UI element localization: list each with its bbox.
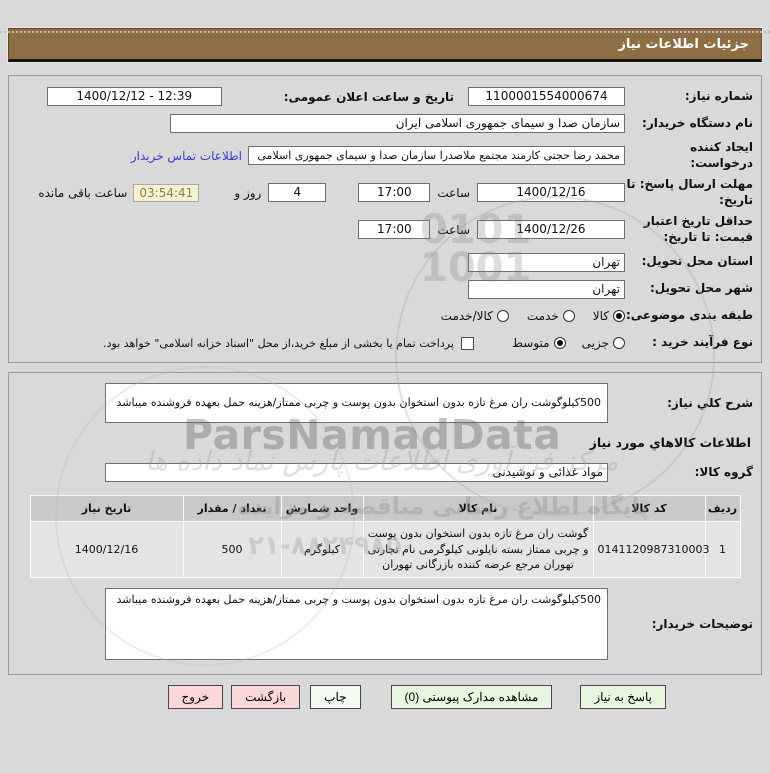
attachments-button[interactable]: مشاهده مدارک پیوستی (0) (390, 685, 553, 710)
buyer-notes-label: توضیحات خریدار: (651, 617, 753, 632)
col-need-date: تاریخ نیاز (29, 494, 184, 522)
treasury-note: پرداخت تمام یا بخشی از مبلغ خرید،از محل … (103, 336, 454, 350)
province-label: استان محل تحویل: (641, 254, 753, 269)
col-goods-code: کد کالا (592, 494, 706, 522)
col-unit: واحد شمارش (280, 494, 364, 522)
need-number-field[interactable]: 1100001554000674 (468, 87, 625, 106)
radio-partial[interactable] (613, 337, 625, 350)
radio-service-label: خدمت (526, 309, 559, 324)
validity-row: حداقل تاریخ اعتبار قیمت: تا تاریخ: 1400/… (17, 214, 753, 245)
col-goods-name: نام کالا (362, 494, 594, 522)
buyer-org-label: نام دستگاه خریدار: (642, 115, 753, 130)
buyer-contact-link[interactable]: اطلاعات تماس خریدار (131, 149, 242, 163)
exit-button[interactable]: خروج (167, 685, 224, 710)
goods-group-row: گروه کالا: مواد غذائی و نوشیدنی (17, 462, 753, 483)
goods-section-header: اطلاعات کالاهاي مورد نياز (589, 434, 751, 450)
province-field[interactable]: تهران (468, 252, 625, 272)
buyer-notes-field[interactable]: 500کیلوگوشت ران مرغ تازه بدون استخوان بد… (105, 588, 608, 661)
radio-goods[interactable] (613, 310, 625, 323)
deadline-label: مهلت ارسال پاسخ: تا تاریخ: (626, 177, 754, 207)
col-row-number: ردیف (704, 494, 741, 522)
goods-group-label: گروه کالا: (694, 465, 753, 480)
days-label: روز و (234, 185, 262, 200)
need-desc-row: شرح کلي نياز: 500کیلوگوشت ران مرغ تازه ب… (17, 382, 753, 423)
announce-datetime-field[interactable]: 1400/12/12 - 12:39 (46, 87, 222, 106)
need-number-row: شماره نیاز: 1100001554000674 تاریخ و ساع… (17, 86, 753, 107)
radio-service[interactable] (562, 310, 575, 323)
cell-need-date: 1400/12/16 (29, 520, 184, 579)
city-label: شهر محل تحویل: (649, 281, 753, 296)
need-goods-panel: شرح کلي نياز: 500کیلوگوشت ران مرغ تازه ب… (8, 371, 762, 676)
need-number-label: شماره نیاز: (684, 88, 753, 103)
need-info-panel: شماره نیاز: 1100001554000674 تاریخ و ساع… (8, 75, 762, 363)
action-buttons: پاسخ به نیاز مشاهده مدارک پیوستی (0) چاپ… (0, 685, 666, 710)
deadline-date-field[interactable]: 1400/12/16 (477, 183, 625, 203)
need-details-page: { "window": { "title": "جزئیات اطلاعات ن… (0, 28, 770, 773)
province-row: استان محل تحویل: تهران (17, 252, 753, 273)
buyer-notes-row: توضیحات خریدار: 500کیلوگوشت ران مرغ تازه… (17, 588, 753, 661)
radio-partial-label: جزیی (581, 336, 609, 351)
print-button[interactable]: چاپ (310, 685, 361, 710)
countdown-timer: 03:54:41 (133, 183, 200, 202)
validity-time-field[interactable]: 17:00 (358, 220, 431, 240)
requester-row: ایجاد کننده درخواست: محمد رضا حجتی کارمن… (17, 140, 753, 171)
col-quantity: تعداد / مقدار (182, 494, 282, 522)
process-type-row: نوع فرآیند خرید : جزیی متوسط پرداخت تمام… (17, 333, 753, 354)
treasury-checkbox[interactable] (460, 336, 474, 350)
deadline-time-field[interactable]: 17:00 (358, 183, 431, 203)
cell-quantity: 500 (182, 520, 282, 579)
page-title: جزئیات اطلاعات نیاز (8, 28, 762, 62)
cell-row-number: 1 (704, 520, 741, 579)
city-field[interactable]: تهران (468, 279, 625, 299)
radio-goods-service[interactable] (496, 310, 509, 323)
radio-medium[interactable] (553, 337, 566, 350)
validity-date-field[interactable]: 1400/12/26 (477, 220, 625, 240)
cell-goods-name: گوشت ران مرغ تازه بدون استخوان بدون پوست… (362, 520, 594, 579)
goods-table-row: 1 0141120987310003 گوشت ران مرغ تازه بدو… (29, 520, 741, 579)
need-desc-label: شرح کلي نياز: (667, 395, 753, 410)
remaining-label: ساعت باقی مانده (38, 185, 128, 200)
goods-group-field[interactable]: مواد غذائی و نوشیدنی (105, 462, 608, 482)
classification-row: طبقه بندی موضوعی: کالا خدمت کالا/خدمت (17, 306, 753, 327)
top-dotted-rule (0, 31, 770, 33)
validity-label: حداقل تاریخ اعتبار قیمت: تا تاریخ: (643, 214, 753, 244)
city-row: شهر محل تحویل: تهران (17, 279, 753, 300)
cell-unit: کیلوگرم (280, 520, 364, 579)
respond-button[interactable]: پاسخ به نیاز (580, 685, 666, 710)
requester-label: ایجاد کننده درخواست: (690, 140, 753, 170)
radio-goods-service-label: کالا/خدمت (440, 309, 493, 324)
goods-table-header-row: ردیف کد کالا نام کالا واحد شمارش تعداد /… (29, 494, 741, 522)
announce-label: تاریخ و ساعت اعلان عمومی: (283, 89, 454, 104)
validity-hour-label: ساعت (437, 222, 470, 237)
classification-label: طبقه بندی موضوعی: (625, 308, 753, 323)
cell-goods-code: 0141120987310003 (592, 520, 709, 579)
deadline-row: مهلت ارسال پاسخ: تا تاریخ: 1400/12/16 سا… (17, 177, 753, 208)
back-button[interactable]: بازگشت (231, 685, 301, 710)
radio-medium-label: متوسط (511, 336, 550, 351)
deadline-hour-label: ساعت (437, 185, 470, 200)
requester-field[interactable]: محمد رضا حجتی کارمند مجتمع ملاصدرا سازما… (248, 146, 625, 166)
days-left-field[interactable]: 4 (268, 183, 327, 203)
buyer-org-field[interactable]: سازمان صدا و سیمای جمهوری اسلامی ایران (170, 114, 625, 133)
process-type-label: نوع فرآیند خرید : (652, 335, 753, 350)
need-desc-field[interactable]: 500کیلوگوشت ران مرغ تازه بدون استخوان بد… (105, 382, 608, 423)
buyer-org-row: نام دستگاه خریدار: سازمان صدا و سیمای جم… (17, 113, 753, 134)
goods-table: ردیف کد کالا نام کالا واحد شمارش تعداد /… (29, 494, 741, 579)
radio-goods-label: کالا (592, 309, 609, 324)
